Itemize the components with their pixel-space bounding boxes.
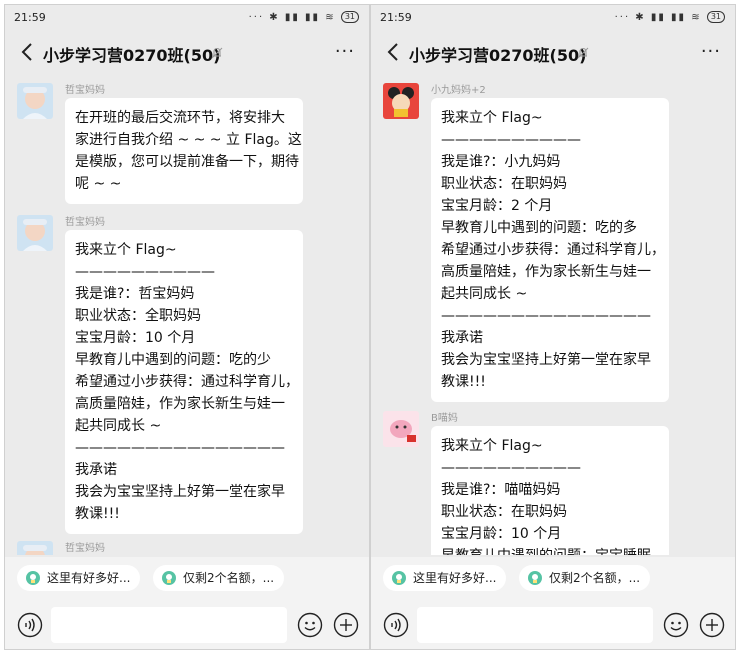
message-line: 我会为宝宝坚持上好第一堂在家早	[441, 352, 651, 368]
chip-label: 这里有好多好...	[413, 571, 497, 585]
status-icons: ··· ✱ ▮▮ ▮▮ ≋ 31	[615, 11, 725, 23]
status-indicators: ··· ✱ ▮▮ ▮▮ ≋	[614, 12, 702, 23]
group-title: 小步学习营0270班(50)	[409, 46, 587, 65]
message-line: 在开班的最后交流环节，将安排大	[75, 110, 285, 126]
message-line: 我是谁?：喵喵妈妈	[441, 482, 561, 498]
quick-reply-bar: 这里有好多好... 仅剩2个名额，...	[5, 557, 369, 601]
message-line: 我来立个 Flag~	[441, 438, 543, 454]
message-line: 宝宝月龄：10 个月	[441, 526, 562, 542]
sender-name: 哲宝妈妈	[65, 85, 105, 96]
status-bar: 21:59 ··· ✱ ▮▮ ▮▮ ≋ 31	[371, 5, 735, 31]
message-line: 是模版，您可以提前准备一下，期待	[75, 154, 299, 170]
mute-bell-icon	[577, 47, 589, 59]
back-arrow-icon[interactable]	[383, 39, 405, 65]
message-line: 高质量陪娃，作为家长新生与娃一	[441, 264, 651, 280]
avatar[interactable]	[17, 83, 53, 119]
back-arrow-icon[interactable]	[17, 39, 39, 65]
avatar[interactable]	[17, 541, 53, 555]
message-line: 职业状态：全职妈妈	[75, 308, 201, 324]
voice-icon[interactable]	[17, 612, 43, 638]
avatar[interactable]	[383, 83, 419, 119]
message-line: 职业状态：在职妈妈	[441, 504, 567, 520]
message-line: 我来立个 Flag~	[75, 242, 177, 258]
message-bubble[interactable]: 在开班的最后交流环节，将安排大 家进行自我介绍 ~ ~ ~ 立 Flag。这 是…	[65, 98, 303, 204]
message-line: 教课!!!	[75, 506, 120, 522]
message-bubble[interactable]: 我来立个 Flag~ —————————— 我是谁?：哲宝妈妈 职业状态：全职妈…	[65, 230, 303, 534]
message-line: 职业状态：在职妈妈	[441, 176, 567, 192]
message-line: 宝宝月龄：2 个月	[441, 198, 553, 214]
message-line: 教课!!!	[441, 374, 486, 390]
message-line: 我是谁?：哲宝妈妈	[75, 286, 195, 302]
message-line: ———————————————	[75, 440, 285, 456]
message-line: 宝宝月龄：10 个月	[75, 330, 196, 346]
quick-reply-chip[interactable]: 仅剩2个名额，...	[519, 565, 651, 591]
status-time: 21:59	[14, 11, 46, 24]
sender-name: 小九妈妈+2	[431, 85, 486, 96]
voice-icon[interactable]	[383, 612, 409, 638]
battery-icon: 31	[340, 11, 359, 23]
avatar[interactable]	[17, 215, 53, 251]
message-line: 早教育儿中遇到的问题：吃的多	[441, 220, 637, 236]
chip-label: 仅剩2个名额，...	[183, 571, 275, 585]
chip-label: 仅剩2个名额，...	[549, 571, 641, 585]
chat-header: 小步学习营0270班(50) ···	[5, 31, 369, 75]
plus-icon[interactable]	[333, 612, 359, 638]
message-bubble[interactable]: 我来立个 Flag~ —————————— 我是谁?：小九妈妈 职业状态：在职妈…	[431, 98, 669, 402]
chat-header: 小步学习营0270班(50) ···	[371, 31, 735, 75]
emoji-icon[interactable]	[297, 612, 323, 638]
chip-badge-icon	[528, 571, 542, 585]
sender-name: B喵妈	[431, 413, 458, 424]
message-line: 希望通过小步获得：通过科学育儿，	[75, 374, 299, 390]
chat-screen-right: 21:59 ··· ✱ ▮▮ ▮▮ ≋ 31 小步学习营0270班(50) ··…	[370, 4, 736, 650]
status-indicators: ··· ✱ ▮▮ ▮▮ ≋	[248, 12, 336, 23]
message-line: 我承诺	[441, 330, 483, 346]
message-input[interactable]	[51, 607, 287, 643]
status-bar: 21:59 ··· ✱ ▮▮ ▮▮ ≋ 31	[5, 5, 369, 31]
message-line: 起共同成长 ~	[75, 418, 162, 434]
group-title: 小步学习营0270班(50)	[43, 46, 221, 65]
message-list[interactable]: 哲宝妈妈 在开班的最后交流环节，将安排大 家进行自我介绍 ~ ~ ~ 立 Fla…	[5, 75, 369, 555]
message-line: ———————————————	[441, 308, 651, 324]
message-line: 早教育儿中遇到的问题：吃的少	[75, 352, 271, 368]
chip-badge-icon	[162, 571, 176, 585]
chip-badge-icon	[392, 571, 406, 585]
message-line: ——————————	[75, 264, 215, 280]
emoji-icon[interactable]	[663, 612, 689, 638]
message-line: 我承诺	[75, 462, 117, 478]
quick-reply-chip[interactable]: 仅剩2个名额，...	[153, 565, 285, 591]
quick-reply-chip[interactable]: 这里有好多好...	[383, 565, 507, 591]
message-input[interactable]	[417, 607, 653, 643]
message-line: 家进行自我介绍 ~ ~ ~ 立 Flag。这	[75, 132, 302, 148]
more-icon[interactable]: ···	[335, 41, 355, 62]
chip-badge-icon	[26, 571, 40, 585]
sender-name: 哲宝妈妈	[65, 543, 105, 554]
message-line: 高质量陪娃，作为家长新生与娃一	[75, 396, 285, 412]
status-icons: ··· ✱ ▮▮ ▮▮ ≋ 31	[249, 11, 359, 23]
message-line: 我来立个 Flag~	[441, 110, 543, 126]
input-bar	[5, 601, 369, 649]
message-line: 早教育儿中遇到的问题：宝宝睡眠	[441, 545, 660, 555]
quick-reply-chip[interactable]: 这里有好多好...	[17, 565, 141, 591]
message-line: 我会为宝宝坚持上好第一堂在家早	[75, 484, 285, 500]
input-bar	[371, 601, 735, 649]
message-line: ——————————	[441, 460, 581, 476]
chip-label: 这里有好多好...	[47, 571, 131, 585]
status-time: 21:59	[380, 11, 412, 24]
message-line: 我是谁?：小九妈妈	[441, 154, 561, 170]
mute-bell-icon	[211, 47, 223, 59]
message-bubble[interactable]: 我来立个 Flag~ —————————— 我是谁?：喵喵妈妈 职业状态：在职妈…	[431, 426, 669, 555]
sender-name: 哲宝妈妈	[65, 217, 105, 228]
message-line: 希望通过小步获得：通过科学育儿，	[441, 242, 665, 258]
quick-reply-bar: 这里有好多好... 仅剩2个名额，...	[371, 557, 735, 601]
message-line: ——————————	[441, 132, 581, 148]
message-list[interactable]: 小九妈妈+2 我来立个 Flag~ —————————— 我是谁?：小九妈妈 职…	[371, 75, 735, 555]
message-line: 起共同成长 ~	[441, 286, 528, 302]
battery-icon: 31	[706, 11, 725, 23]
plus-icon[interactable]	[699, 612, 725, 638]
chat-screen-left: 21:59 ··· ✱ ▮▮ ▮▮ ≋ 31 小步学习营0270班(50) ··…	[4, 4, 370, 650]
avatar[interactable]	[383, 411, 419, 447]
message-line: 呢 ~ ~	[75, 176, 122, 192]
more-icon[interactable]: ···	[701, 41, 721, 62]
